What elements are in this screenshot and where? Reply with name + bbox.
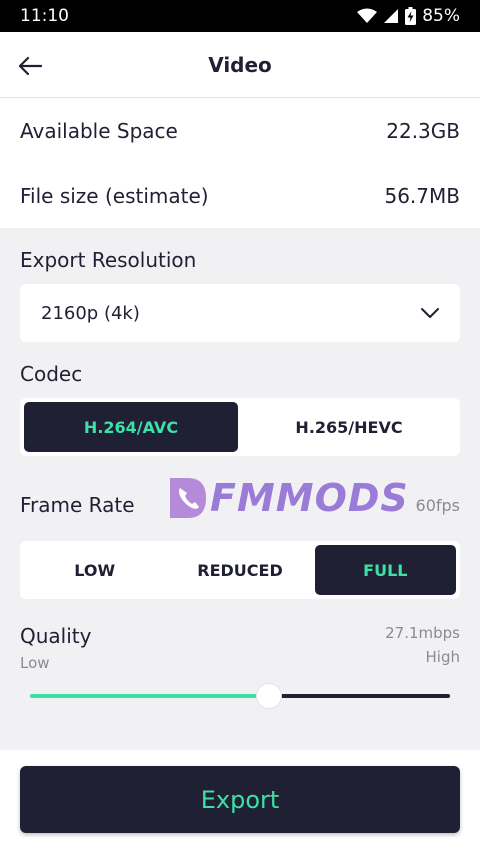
app-bar: Video xyxy=(0,32,480,98)
slider-track-fill xyxy=(30,694,260,698)
file-size-value: 56.7MB xyxy=(384,183,460,208)
frame-rate-value: 60fps xyxy=(415,496,460,515)
quality-low-label: Low xyxy=(20,654,50,672)
quality-slider[interactable] xyxy=(30,684,450,708)
battery-charging-icon xyxy=(405,7,417,25)
codec-option-h264[interactable]: H.264/AVC xyxy=(24,402,238,452)
file-size-row: File size (estimate) 56.7MB xyxy=(0,163,480,228)
wifi-icon xyxy=(357,8,378,23)
frame-rate-label: Frame Rate xyxy=(20,493,135,517)
slider-thumb[interactable] xyxy=(257,684,282,708)
status-time: 11:10 xyxy=(20,6,69,26)
export-button[interactable]: Export xyxy=(20,766,460,833)
quality-bitrate: 27.1mbps xyxy=(385,624,460,642)
codec-label: Codec xyxy=(20,362,83,386)
cellular-signal-icon xyxy=(384,9,399,23)
available-space-value: 22.3GB xyxy=(386,118,460,143)
resolution-dropdown[interactable]: 2160p (4k) xyxy=(20,284,460,342)
watermark-text: FMMODS xyxy=(210,476,409,520)
frame-rate-selector: LOW REDUCED FULL xyxy=(20,541,460,599)
available-space-label: Available Space xyxy=(20,118,178,143)
arrow-left-icon xyxy=(18,56,43,76)
chevron-down-icon xyxy=(421,308,439,318)
page-title: Video xyxy=(208,52,272,77)
phone-logo-icon xyxy=(170,478,206,518)
resolution-selected-value: 2160p (4k) xyxy=(41,302,140,324)
back-button[interactable] xyxy=(14,50,46,82)
codec-option-h265[interactable]: H.265/HEVC xyxy=(242,402,456,452)
status-icons: 85% xyxy=(357,6,460,26)
frame-rate-option-low[interactable]: LOW xyxy=(24,545,165,595)
file-size-label: File size (estimate) xyxy=(20,183,209,208)
status-bar: 11:10 85% xyxy=(0,0,480,32)
quality-high-label: High xyxy=(425,648,460,666)
slider-track xyxy=(279,694,450,698)
watermark-logo: FMMODS xyxy=(168,476,409,520)
codec-selector: H.264/AVC H.265/HEVC xyxy=(20,398,460,456)
available-space-row: Available Space 22.3GB xyxy=(0,98,480,163)
battery-percent: 85% xyxy=(422,6,460,26)
frame-rate-option-full[interactable]: FULL xyxy=(314,545,456,595)
export-resolution-label: Export Resolution xyxy=(20,248,197,272)
frame-rate-option-reduced[interactable]: REDUCED xyxy=(169,545,310,595)
quality-label: Quality xyxy=(20,624,92,648)
settings-panel: Export Resolution 2160p (4k) Codec H.264… xyxy=(0,228,480,750)
